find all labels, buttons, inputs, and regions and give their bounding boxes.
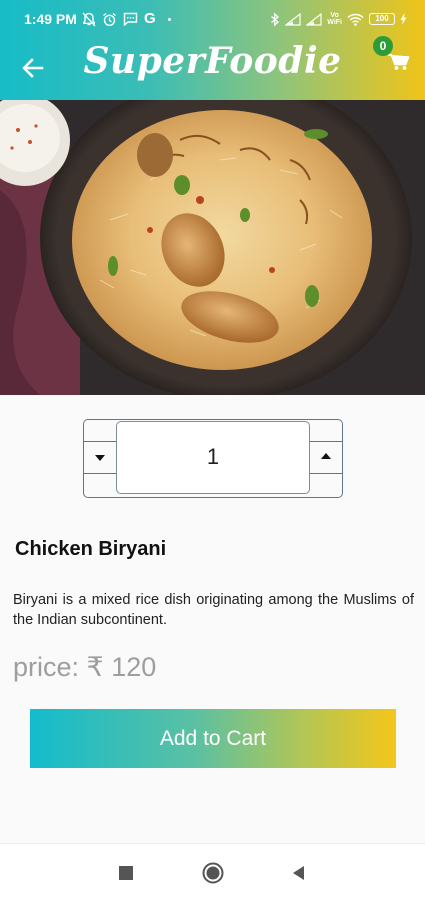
signal-strength-2-icon	[306, 12, 322, 26]
recent-apps-button[interactable]	[114, 861, 138, 885]
decrease-quantity-button[interactable]	[84, 420, 116, 496]
more-notifications-dot-icon	[167, 17, 171, 21]
home-button[interactable]	[201, 861, 225, 885]
system-navigation-bar	[0, 843, 425, 900]
alarm-clock-icon	[103, 12, 116, 26]
quantity-stepper: 1	[83, 419, 343, 498]
vowifi-label: Vo WiFi	[327, 12, 342, 26]
message-icon	[123, 12, 138, 26]
product-description: Biryani is a mixed rice dish originating…	[13, 592, 414, 628]
back-nav-button[interactable]	[287, 861, 311, 885]
muted-bell-icon	[82, 12, 96, 26]
signal-strength-icon	[285, 12, 301, 26]
status-bar: 1:49 PM G Vo WiFi 100	[0, 0, 425, 36]
app-bar: SuperFoodie 0	[0, 36, 425, 100]
g-notification-label: G	[144, 10, 156, 27]
bluetooth-icon	[271, 12, 280, 26]
product-detail-screen: 1:49 PM G Vo WiFi 100 SuperFoodie 0 1 Ch…	[0, 0, 425, 900]
wifi-icon	[347, 13, 364, 26]
charging-bolt-icon	[400, 13, 407, 25]
product-name: Chicken Biryani	[15, 538, 167, 560]
product-image	[0, 100, 425, 395]
triangle-down-icon	[95, 455, 105, 461]
triangle-up-icon	[321, 453, 331, 459]
battery-icon: 100	[369, 13, 395, 25]
chicken-biryani-photo-icon	[0, 100, 425, 395]
square-icon	[119, 866, 133, 880]
system-status-icons: Vo WiFi 100	[270, 10, 407, 28]
quantity-field[interactable]: 1	[116, 421, 310, 494]
notification-icons: G	[82, 10, 171, 28]
triangle-back-icon	[293, 866, 304, 880]
add-to-cart-button[interactable]: Add to Cart	[30, 709, 396, 768]
home-circle-icon	[202, 862, 224, 884]
increase-quantity-button[interactable]	[310, 420, 342, 496]
cart-count-badge: 0	[373, 36, 393, 56]
status-time: 1:49 PM	[24, 11, 77, 27]
brand-title: SuperFoodie	[83, 40, 342, 82]
product-price: price: ₹ 120	[13, 652, 157, 682]
